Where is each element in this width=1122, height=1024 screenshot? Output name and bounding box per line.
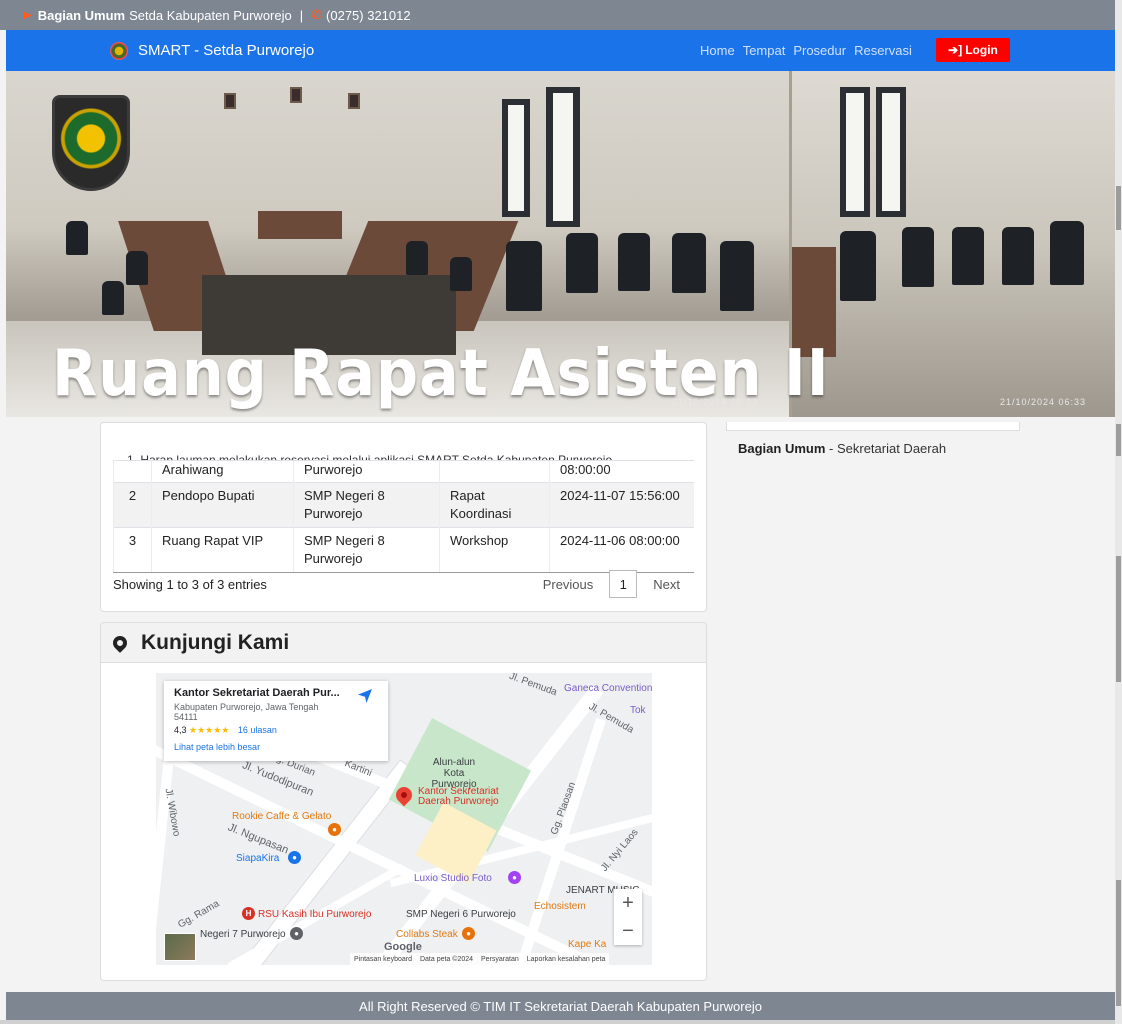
cell-no: 2 [113, 482, 152, 528]
larger-map-link[interactable]: Lihat peta lebih besar [174, 742, 378, 752]
place-address: Kabupaten Purworejo, Jawa Tengah 54111 [174, 702, 319, 722]
cell-waktu: 2024-11-06 08:00:00 [549, 527, 694, 573]
phone-icon: ✆ [311, 7, 323, 22]
photo-timestamp: 21/10/2024 06:33 [672, 397, 759, 407]
hero-banner: Ruang Rapat Asisten II 21/10/2024 06:33 … [6, 71, 1115, 417]
cell-kegiatan [450, 462, 539, 479]
page-1-button[interactable]: 1 [609, 570, 638, 598]
zoom-controls: + − [614, 889, 642, 945]
cell-kegiatan: Workshop [439, 527, 550, 573]
nav-prosedur[interactable]: Prosedur [793, 43, 846, 58]
org-name-bold: Bagian Umum [37, 7, 126, 23]
cell-no: 3 [113, 527, 152, 573]
google-logo: Google [384, 941, 422, 953]
place-rating: 4,3 ★★★★★ 16 ulasan [174, 725, 277, 735]
login-label: Login [965, 43, 998, 57]
hero-photo-right [789, 71, 1115, 417]
sidebar-card [726, 422, 1020, 431]
table-row: 2 Pendopo Bupati SMP Negeri 8 Purworejo … [113, 482, 694, 528]
sidebar-org-bold: Bagian Umum [738, 441, 826, 456]
reservation-table: Arahiwang Purworejo 08:00:00 2 Pendopo B… [113, 460, 694, 573]
visit-title: Kunjungi Kami [141, 630, 290, 654]
nav-reservasi[interactable]: Reservasi [854, 43, 912, 58]
nav-links: Home Tempat Prosedur Reservasi [700, 30, 912, 71]
previous-button[interactable]: Previous [543, 577, 594, 592]
navbar: SMART - Setda Purworejo Home Tempat Pros… [6, 30, 1115, 71]
login-icon: ➔] [948, 43, 963, 57]
separator: | [299, 7, 304, 23]
cafe-icon: ● [328, 823, 341, 836]
sidebar-org: - Sekretariat Daerah [825, 441, 947, 456]
zoom-out-button[interactable]: − [614, 917, 642, 945]
nav-tempat[interactable]: Tempat [743, 43, 786, 58]
next-button[interactable]: Next [653, 577, 680, 592]
page-scrollbar[interactable] [1115, 0, 1122, 1024]
place-info-card: Kantor Sekretariat Daerah Pur... Kabupat… [164, 681, 388, 761]
table-row: Arahiwang Purworejo 08:00:00 [113, 460, 694, 483]
org-name: Setda Kabupaten Purworejo [129, 7, 292, 23]
brand-link[interactable]: SMART - Setda Purworejo [110, 41, 315, 60]
cell-instansi: SMP Negeri 8 Purworejo [293, 527, 440, 573]
brand-name: SMART - Setda Purworejo [138, 42, 315, 59]
cell-waktu: 2024-11-07 15:56:00 [549, 482, 694, 528]
cell-kegiatan: Rapat Koordinasi [439, 482, 550, 528]
shop-icon: ● [288, 851, 301, 864]
map-footer: Pintasan keyboard Data peta ©2024 Persya… [350, 953, 610, 965]
cell-instansi: SMP Negeri 8 Purworejo [293, 482, 440, 528]
nav-home[interactable]: Home [700, 43, 735, 58]
cell-tempat: Pendopo Bupati [151, 482, 294, 528]
google-map-embed[interactable]: Jl. Pemuda Jl. Pemuda Ganeca Convention … [156, 673, 652, 965]
caret-right-icon: ▶ [24, 9, 32, 21]
hospital-icon: H [242, 907, 255, 920]
keyboard-shortcuts-link[interactable]: Pintasan keyboard [354, 956, 412, 963]
satellite-toggle[interactable] [164, 933, 196, 961]
photo-studio-icon: ● [508, 871, 521, 884]
login-button[interactable]: ➔] Login [936, 38, 1010, 62]
cell-tempat: Arahiwang [162, 462, 224, 477]
terms-link[interactable]: Persyaratan [481, 956, 519, 963]
visit-card: Kunjungi Kami Jl. Pemuda Jl. Pemuda Gane… [100, 622, 707, 981]
cell-waktu: 08:00:00 [560, 462, 611, 477]
photo-timestamp: 21/10/2024 06:33 [1000, 397, 1087, 407]
table-row: 3 Ruang Rapat VIP SMP Negeri 8 Purworejo… [113, 527, 694, 573]
cell-tempat: Ruang Rapat VIP [151, 527, 294, 573]
map-data-text: Data peta ©2024 [419, 955, 474, 963]
report-error-link[interactable]: Laporkan kesalahan peta [527, 956, 606, 963]
page-footer: All Right Reserved © TIM IT Sekretariat … [6, 992, 1115, 1020]
horizontal-scrollbar[interactable] [0, 1020, 1115, 1024]
pagination: Previous 1 Next [543, 570, 680, 598]
purworejo-emblem-logo [52, 95, 130, 191]
top-info-bar: ▶ Bagian Umum Setda Kabupaten Purworejo … [0, 0, 1115, 30]
place-name: Kantor Sekretariat Daerah Pur... [174, 687, 340, 699]
restaurant-icon: ● [462, 927, 475, 940]
table-info: Showing 1 to 3 of 3 entries [113, 577, 267, 592]
reviews-link[interactable]: 16 ulasan [238, 725, 277, 735]
phone-number: (0275) 321012 [326, 7, 411, 23]
brand-logo-icon [110, 41, 128, 60]
sidebar-text: Bagian Umum - Sekretariat Daerah [738, 441, 946, 456]
zoom-in-button[interactable]: + [614, 889, 642, 917]
footer-text: All Right Reserved © TIM IT Sekretariat … [359, 998, 762, 1014]
school-icon: ● [290, 927, 303, 940]
cell-instansi: Purworejo [304, 462, 363, 477]
reservation-card: 1. Harap lauman melakukan reservasi mela… [100, 422, 707, 612]
map-marker-icon [110, 632, 130, 653]
star-rating-icon: ★★★★★ [189, 725, 230, 735]
visit-header: Kunjungi Kami [101, 623, 706, 663]
